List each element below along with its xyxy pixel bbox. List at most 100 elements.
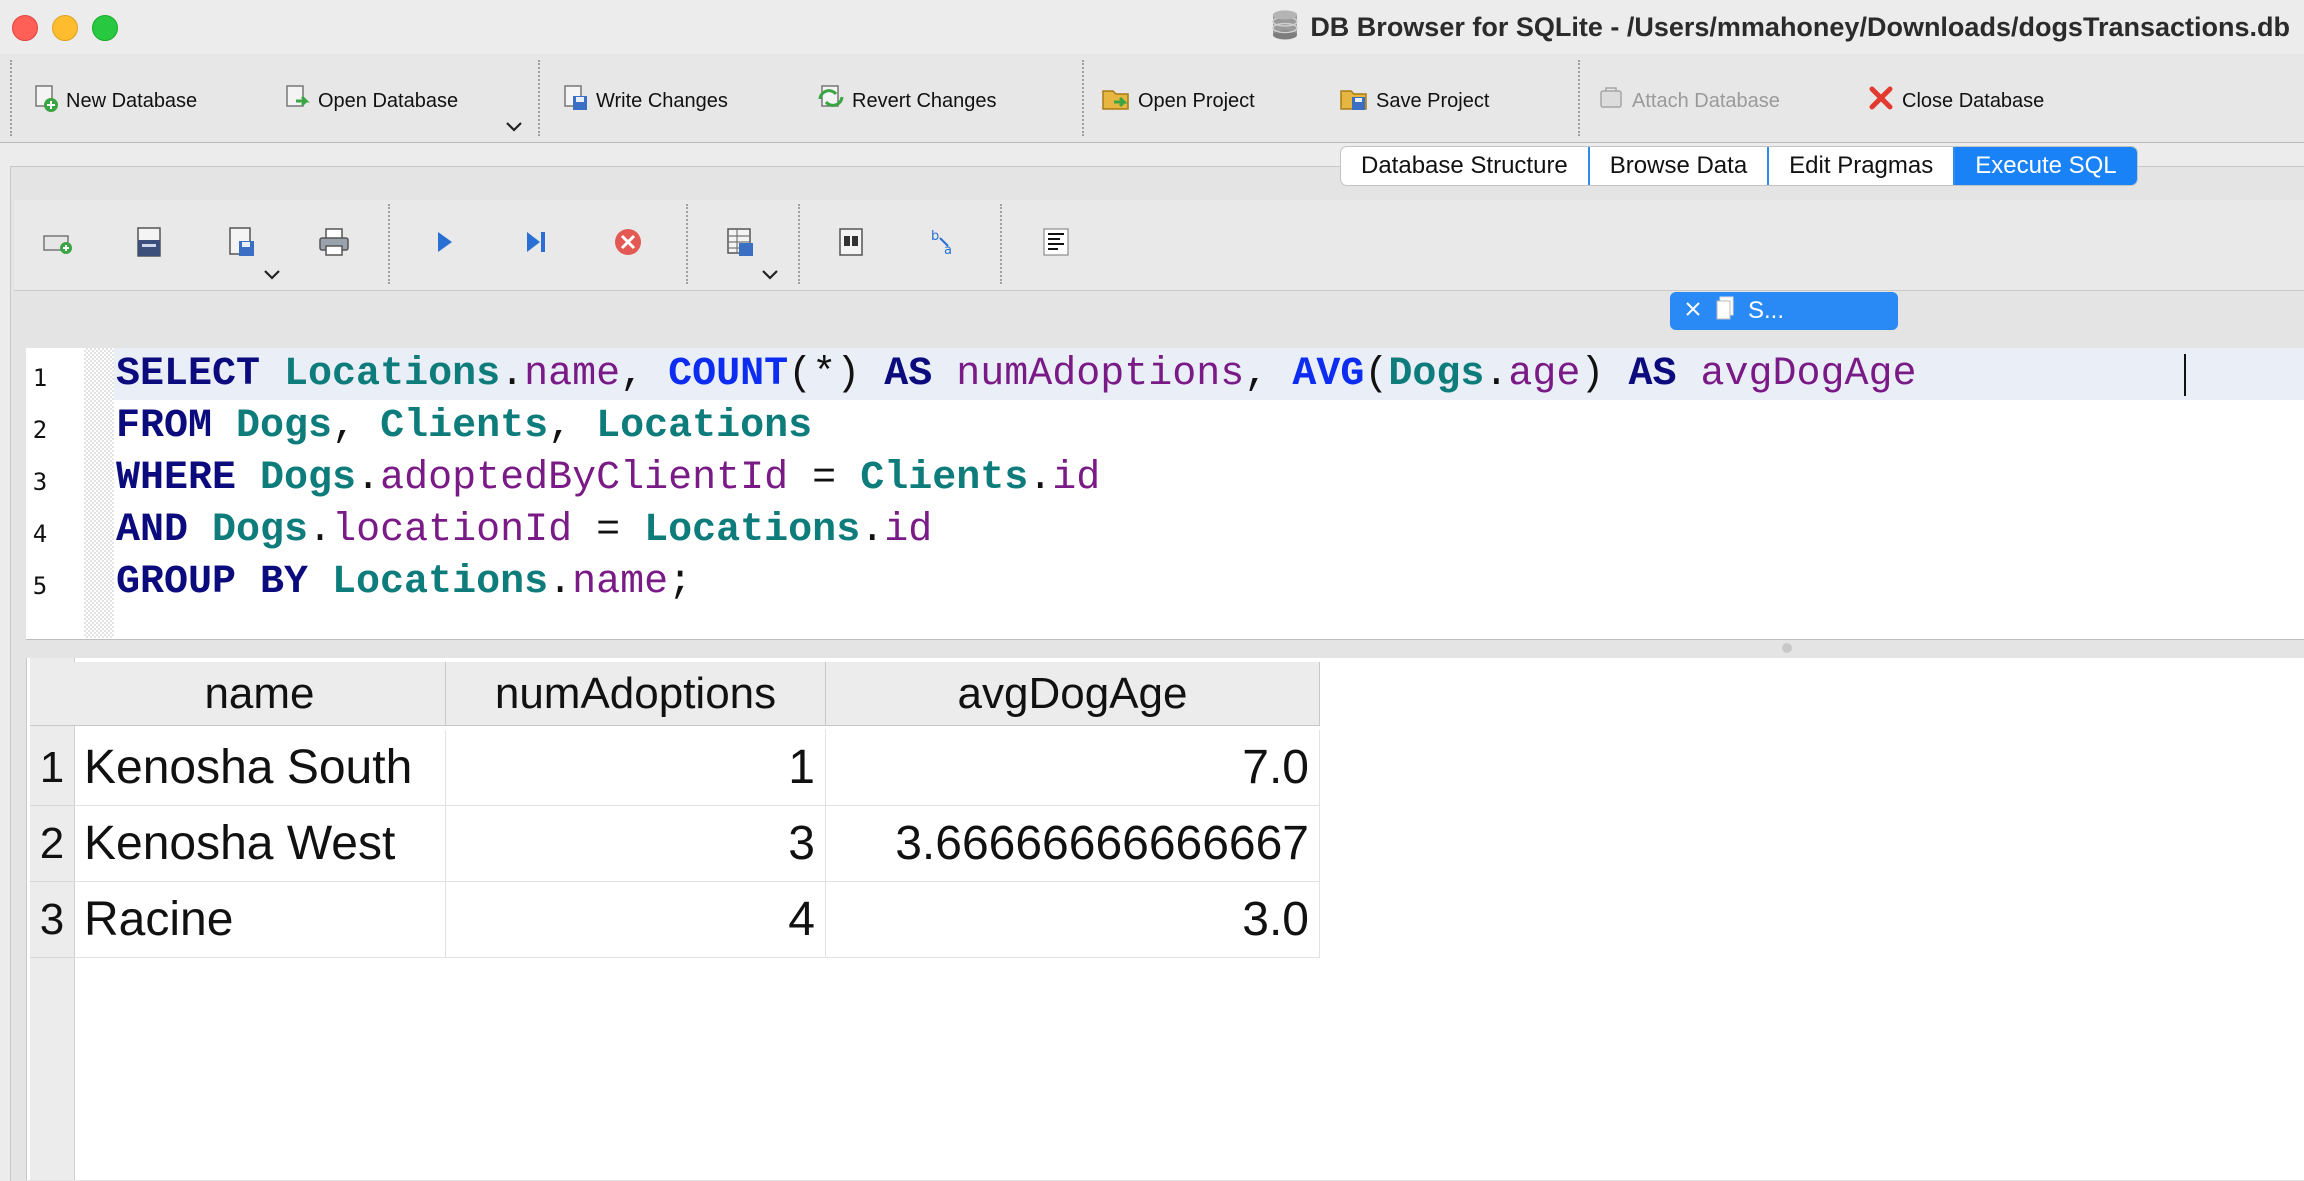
open-project-icon — [1100, 83, 1132, 119]
tab-execute-sql[interactable]: Execute SQL — [1955, 147, 2137, 185]
toolbar-grip — [10, 60, 12, 136]
table-cell-avgdogage[interactable]: 7.0 — [826, 730, 1320, 806]
line-number: 4 — [32, 520, 48, 548]
save-file-icon — [224, 224, 260, 265]
revert-changes-button[interactable]: Revert Changes — [816, 78, 997, 124]
column-header-avgdogage[interactable]: avgDogAge — [826, 662, 1320, 726]
tab-browse-data[interactable]: Browse Data — [1590, 147, 1770, 185]
minimize-window-button[interactable] — [52, 15, 78, 41]
zoom-window-button[interactable] — [92, 15, 118, 41]
main-tabs: Database Structure Browse Data Edit Prag… — [1340, 146, 2138, 186]
table-cell-numadoptions[interactable]: 1 — [446, 730, 826, 806]
close-window-button[interactable] — [12, 15, 38, 41]
sql-toolbar — [14, 200, 2304, 291]
save-sql-file-button[interactable] — [220, 222, 264, 266]
sql-editor-tab[interactable]: S... — [1670, 292, 1898, 330]
find-button[interactable] — [830, 222, 874, 266]
stop-icon — [610, 224, 646, 265]
code-line-1: SELECT Locations.name, COUNT(*) AS numAd… — [116, 352, 1917, 397]
svg-text:a: a — [944, 243, 952, 258]
find-replace-icon: ba — [926, 224, 962, 265]
line-number: 2 — [32, 416, 48, 444]
printer-icon — [316, 224, 352, 265]
open-sql-file-button[interactable] — [128, 222, 172, 266]
code-line-4: AND Dogs.locationId = Locations.id — [116, 508, 933, 553]
fold-margin — [84, 348, 114, 638]
column-header-name[interactable]: name — [74, 662, 446, 726]
step-play-icon — [518, 224, 554, 265]
write-changes-icon — [560, 83, 590, 119]
table-cell-avgdogage[interactable]: 3.0 — [826, 882, 1320, 958]
tab-database-structure[interactable]: Database Structure — [1341, 147, 1590, 185]
corner-cell[interactable] — [30, 662, 74, 726]
execute-current-line-button[interactable] — [514, 222, 558, 266]
execute-all-button[interactable] — [422, 222, 466, 266]
table-cell-numadoptions[interactable]: 4 — [446, 882, 826, 958]
column-header-numadoptions[interactable]: numAdoptions — [446, 662, 826, 726]
table-cell-name[interactable]: Kenosha West — [74, 806, 446, 882]
window-title-text: DB Browser for SQLite - /Users/mmahoney/… — [1310, 11, 2290, 42]
attach-database-icon — [1596, 83, 1626, 119]
chevron-down-icon — [504, 121, 524, 138]
row-number[interactable]: 3 — [30, 882, 74, 958]
close-database-button[interactable]: Close Database — [1866, 78, 2044, 124]
close-database-icon — [1866, 83, 1896, 119]
tab-edit-pragmas[interactable]: Edit Pragmas — [1769, 147, 1956, 185]
print-button[interactable] — [312, 222, 356, 266]
save-project-button[interactable]: Save Project — [1338, 78, 1489, 124]
revert-changes-icon — [816, 83, 846, 119]
table-cell-numadoptions[interactable]: 3 — [446, 806, 826, 882]
code-line-3: WHERE Dogs.adoptedByClientId = Clients.i… — [116, 456, 1101, 501]
find-icon — [834, 224, 870, 265]
stop-execution-button[interactable] — [606, 222, 650, 266]
toolbar-separator — [1000, 204, 1002, 284]
chevron-down-icon — [760, 269, 780, 286]
sql-editor-tab-label: S... — [1748, 297, 1785, 324]
table-cell-name[interactable]: Racine — [74, 882, 446, 958]
attach-database-button[interactable]: Attach Database — [1596, 78, 1780, 124]
splitter-handle[interactable] — [1782, 643, 1792, 653]
line-number: 1 — [32, 364, 48, 392]
document-icon — [132, 224, 168, 265]
line-number: 5 — [32, 572, 48, 600]
open-database-icon — [282, 83, 312, 119]
chevron-down-icon — [262, 269, 282, 286]
toolbar-separator — [798, 204, 800, 284]
row-number[interactable]: 2 — [30, 806, 74, 882]
save-sql-dropdown[interactable] — [262, 268, 282, 287]
row-number[interactable]: 1 — [30, 730, 74, 806]
open-tab-icon — [40, 224, 76, 265]
toolbar-separator — [538, 60, 540, 136]
toolbar-separator — [686, 204, 688, 284]
toolbar-separator — [1578, 60, 1580, 136]
code-line-2: FROM Dogs, Clients, Locations — [116, 404, 813, 449]
open-database-button[interactable]: Open Database — [282, 78, 458, 124]
line-number: 3 — [32, 468, 48, 496]
editor-results-splitter[interactable] — [26, 640, 2304, 658]
toolbar-separator — [388, 204, 390, 284]
open-database-dropdown[interactable] — [504, 120, 524, 139]
table-cell-avgdogage[interactable]: 3.66666666666667 — [826, 806, 1320, 882]
new-database-button[interactable]: New Database — [30, 78, 197, 124]
save-project-icon — [1338, 83, 1370, 119]
text-caret — [2184, 354, 2186, 396]
table-icon — [722, 224, 758, 265]
window-title: DB Browser for SQLite - /Users/mmahoney/… — [1270, 10, 2290, 44]
find-replace-button[interactable]: ba — [922, 222, 966, 266]
open-project-button[interactable]: Open Project — [1100, 78, 1255, 124]
table-cell-name[interactable]: Kenosha South — [74, 730, 446, 806]
toolbar-separator — [1082, 60, 1084, 136]
new-database-icon — [30, 83, 60, 119]
open-tab-button[interactable] — [36, 222, 80, 266]
code-line-5: GROUP BY Locations.name; — [116, 560, 693, 605]
lines-icon — [1038, 224, 1074, 265]
save-results-button[interactable] — [718, 222, 762, 266]
write-changes-button[interactable]: Write Changes — [560, 78, 728, 124]
sql-file-icon — [1714, 295, 1736, 328]
play-icon — [426, 224, 462, 265]
svg-text:b: b — [931, 229, 939, 244]
save-results-dropdown[interactable] — [760, 268, 780, 287]
close-tab-icon[interactable] — [1684, 297, 1702, 325]
comment-lines-button[interactable] — [1034, 222, 1078, 266]
database-icon — [1270, 9, 1300, 46]
